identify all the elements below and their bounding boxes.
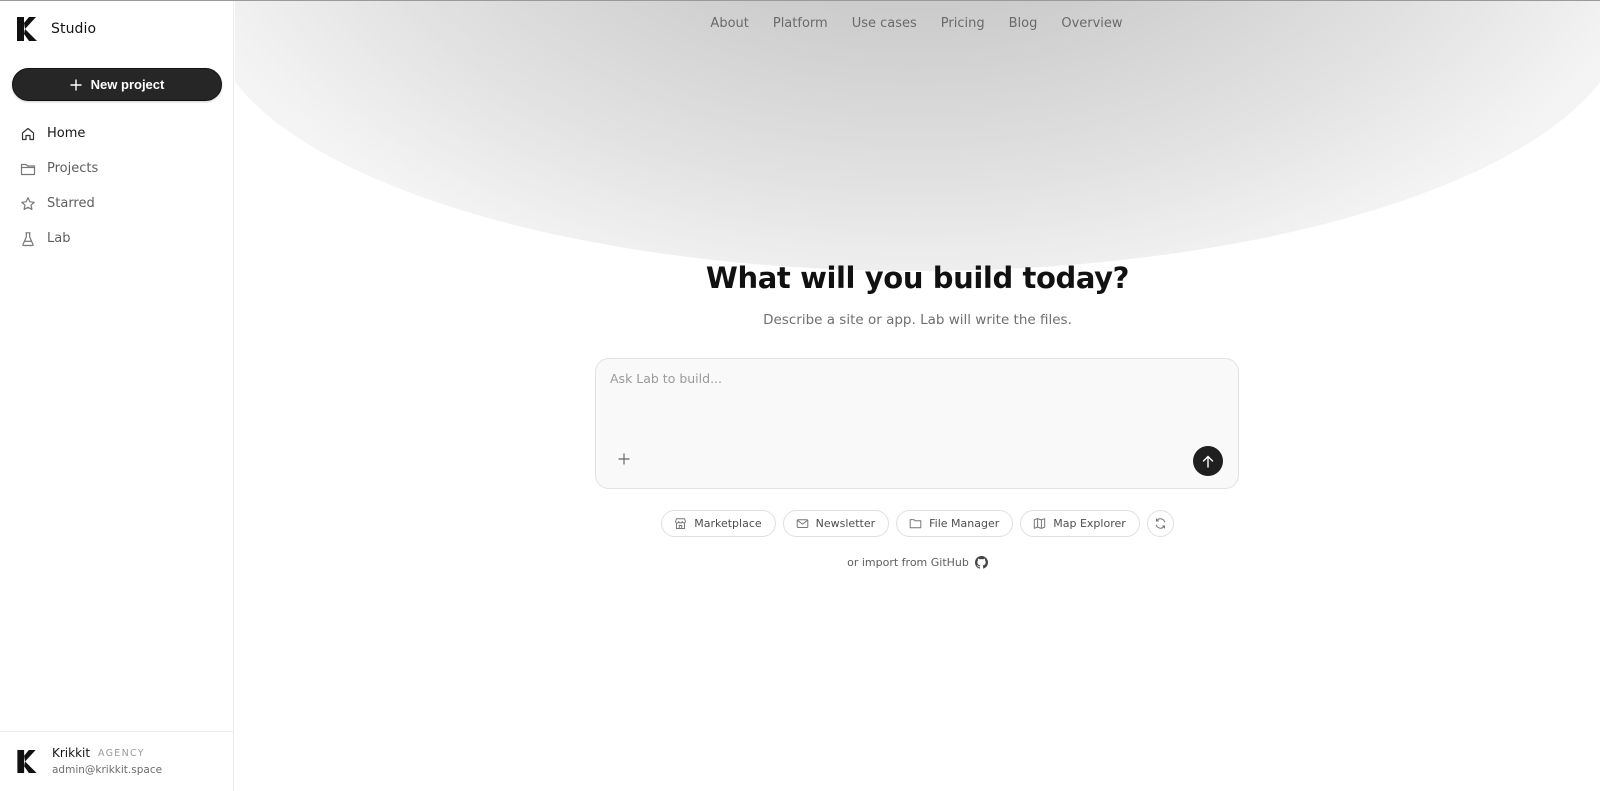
brand-name: Studio — [51, 21, 97, 37]
suggestion-file-manager[interactable]: File Manager — [896, 510, 1014, 537]
import-from-github-link[interactable]: or import from GitHub — [235, 556, 1600, 569]
topnav-about[interactable]: About — [710, 16, 748, 31]
account-logo-icon — [17, 749, 37, 774]
brand[interactable]: Studio — [16, 16, 96, 42]
store-icon — [675, 518, 687, 529]
topnav-pricing[interactable]: Pricing — [941, 16, 985, 31]
suggestion-map-explorer[interactable]: Map Explorer — [1020, 510, 1140, 537]
top-nav: About Platform Use cases Pricing Blog Ov… — [235, 16, 1600, 31]
mail-icon — [796, 519, 808, 529]
main-content: About Platform Use cases Pricing Blog Ov… — [235, 1, 1600, 791]
suggestion-label: Map Explorer — [1053, 517, 1126, 530]
sidebar-item-label: Projects — [47, 161, 99, 176]
plus-icon — [618, 453, 630, 465]
sidebar-item-starred[interactable]: Starred — [12, 186, 222, 221]
attach-button[interactable] — [614, 449, 634, 469]
suggestion-label: File Manager — [929, 517, 1000, 530]
sidebar-item-label: Lab — [47, 231, 71, 246]
background-glow — [235, 1, 1600, 271]
plus-icon — [70, 79, 82, 90]
import-label: or import from GitHub — [847, 556, 969, 569]
prompt-box — [595, 358, 1239, 489]
page-subtitle: Describe a site or app. Lab will write t… — [763, 312, 1072, 328]
account-tag: AGENCY — [98, 748, 145, 759]
refresh-suggestions-button[interactable] — [1146, 510, 1174, 537]
sidebar-nav: Home Projects Starred Lab — [12, 116, 222, 256]
star-icon — [21, 196, 35, 210]
sidebar: Studio New project Home Projects Starred — [0, 1, 234, 791]
folder-icon — [20, 163, 36, 175]
page-title: What will you build today? — [705, 261, 1130, 295]
topnav-use-cases[interactable]: Use cases — [852, 16, 917, 31]
new-project-label: New project — [90, 77, 165, 92]
topnav-blog[interactable]: Blog — [1009, 16, 1038, 31]
home-icon — [21, 127, 35, 140]
sidebar-item-home[interactable]: Home — [12, 116, 222, 151]
arrow-up-icon — [1202, 455, 1214, 468]
flask-icon — [22, 231, 34, 246]
account-panel[interactable]: Krikkit AGENCY admin@krikkit.space — [0, 731, 234, 791]
folder-icon — [909, 519, 922, 529]
refresh-icon — [1155, 518, 1166, 529]
github-icon — [974, 556, 988, 569]
krikkit-logo-icon — [17, 17, 37, 41]
topnav-overview[interactable]: Overview — [1061, 16, 1122, 31]
map-icon — [1034, 518, 1046, 529]
suggestion-newsletter[interactable]: Newsletter — [782, 510, 890, 537]
sidebar-item-projects[interactable]: Projects — [12, 151, 222, 186]
prompt-input[interactable] — [610, 371, 1220, 431]
suggestion-marketplace[interactable]: Marketplace — [661, 510, 776, 537]
sidebar-item-lab[interactable]: Lab — [12, 221, 222, 256]
suggestion-label: Newsletter — [815, 517, 876, 530]
suggestion-chips: Marketplace Newsletter File Manager Map … — [235, 510, 1600, 537]
account-email: admin@krikkit.space — [52, 764, 163, 776]
suggestion-label: Marketplace — [694, 517, 762, 530]
sidebar-item-label: Starred — [47, 196, 95, 211]
new-project-button[interactable]: New project — [12, 68, 222, 101]
sidebar-item-label: Home — [47, 126, 86, 141]
account-name: Krikkit — [52, 746, 91, 760]
topnav-platform[interactable]: Platform — [773, 16, 828, 31]
send-button[interactable] — [1193, 446, 1223, 476]
